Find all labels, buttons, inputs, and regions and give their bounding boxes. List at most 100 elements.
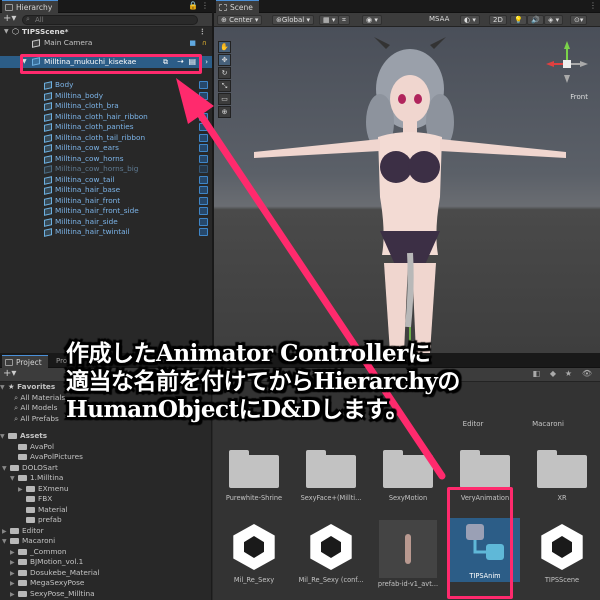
- caption-line-1: 作成したAnimator Controllerに: [66, 340, 431, 367]
- folder-icon: [18, 475, 27, 481]
- lock-icon[interactable]: 🔒: [188, 1, 198, 10]
- grid-item[interactable]: Purewhite-Shrine: [219, 450, 289, 502]
- add-icon[interactable]: +▾: [3, 13, 16, 24]
- grid-item[interactable]: SexyMotion: [373, 450, 443, 502]
- list-item[interactable]: AvaPol: [0, 442, 208, 453]
- tab-scene[interactable]: Scene: [216, 0, 259, 13]
- list-item[interactable]: Body: [0, 80, 212, 91]
- hidden-packages-icon[interactable]: 👁: [582, 369, 592, 378]
- caption-line-3: HumanObjectにD&Dします。: [66, 396, 408, 423]
- list-item[interactable]: prefab: [0, 515, 208, 526]
- space-dropdown[interactable]: ⊛Global ▾: [272, 15, 314, 25]
- list-item[interactable]: ▼ 1.Milltina: [0, 473, 208, 484]
- scene-root-row[interactable]: ▼ ⬡ TIPSScene* ⋮: [0, 27, 212, 38]
- grid-item[interactable]: Mil_Re_Sexy: [219, 524, 289, 584]
- list-item-label: AvaPol: [30, 441, 54, 451]
- list-item[interactable]: Milltina_hair_front: [0, 196, 212, 207]
- list-item[interactable]: Milltina_hair_front_side: [0, 206, 212, 217]
- prefab-override-icon: [199, 228, 208, 236]
- prefab-override-icon: [199, 207, 208, 215]
- audio-listener-icon: ∩: [201, 38, 207, 47]
- msaa-toggle[interactable]: MSAA: [426, 15, 453, 25]
- toggle-2d-button[interactable]: 2D: [489, 15, 507, 25]
- grid-item[interactable]: Mil_Re_Sexy (conf...: [296, 524, 366, 584]
- list-item[interactable]: Milltina_cloth_bra: [0, 101, 212, 112]
- tab-project[interactable]: Project: [2, 355, 48, 368]
- scene-viewport[interactable]: ✋ ✥ ↻ ⤡ ▭ ⊕ Front: [214, 27, 600, 353]
- list-item[interactable]: Milltina_cloth_tail_ribbon: [0, 133, 212, 144]
- list-item[interactable]: ▶ EXmenu: [0, 484, 208, 495]
- grid-item[interactable]: XR: [527, 450, 597, 502]
- grid-item[interactable]: SexyFace+(Millti...: [296, 450, 366, 502]
- more-options-icon[interactable]: ⋮: [201, 1, 209, 10]
- scene-more-options-icon[interactable]: ⋮: [589, 1, 597, 10]
- list-item[interactable]: ▶ SexyPose_Milltina: [0, 589, 208, 600]
- prefab-icon: [44, 91, 52, 101]
- effects-toggle[interactable]: ◈ ▾: [544, 15, 564, 25]
- list-item[interactable]: FBX: [0, 494, 208, 505]
- scene-menu-icon[interactable]: ⋮: [199, 27, 206, 38]
- lighting-toggle[interactable]: 💡: [510, 15, 527, 25]
- list-item-label: Editor: [22, 525, 44, 535]
- gizmos-toggle[interactable]: ⊙▾: [570, 15, 588, 25]
- grid-item-label: Purewhite-Shrine: [225, 494, 283, 502]
- prefab-override-icon: [199, 112, 208, 121]
- character-model[interactable]: [214, 27, 600, 353]
- msaa-label: MSAA: [429, 15, 450, 23]
- list-item[interactable]: ▼ Macaroni: [0, 536, 208, 547]
- list-item-label: AvaPolPictures: [30, 452, 83, 461]
- tab-hierarchy[interactable]: Hierarchy: [2, 0, 59, 13]
- folder-icon: [18, 454, 27, 460]
- list-item[interactable]: Milltina_cow_ears: [0, 143, 212, 154]
- list-item[interactable]: Main Camera ■ ∩: [0, 38, 212, 49]
- list-item[interactable]: ▶ Dosukebe_Material: [0, 568, 208, 579]
- list-item[interactable]: Milltina_cloth_panties: [0, 122, 212, 133]
- list-item-label: 1.Milltina: [30, 473, 64, 482]
- gameobject-icon: [32, 38, 40, 48]
- create-asset-icon[interactable]: +▾: [3, 368, 16, 379]
- scene-panel: Scene ⋮ ⊕ Center ▾ ⊛Global ▾ ▦ ▾ ⌗ ◉ ▾ M…: [214, 0, 600, 353]
- folder-icon: [460, 450, 510, 488]
- list-item[interactable]: AvaPolPictures: [0, 452, 208, 463]
- folder-icon: [10, 538, 19, 544]
- list-item[interactable]: Milltina_hair_base: [0, 185, 212, 196]
- grid-item-label: SexyMotion: [388, 494, 428, 502]
- grid-item[interactable]: TIPSScene: [527, 524, 597, 584]
- grid-item-label: Macaroni: [532, 420, 564, 428]
- list-item[interactable]: ▶ Editor: [0, 526, 208, 537]
- prefab-icon: [44, 175, 52, 185]
- list-item-label: Milltina_cow_horns_big: [55, 164, 139, 173]
- list-item[interactable]: Milltina_cow_horns_big: [0, 164, 212, 175]
- draw-mode-button[interactable]: ◐ ▾: [460, 15, 480, 25]
- list-item-label: Milltina_cloth_hair_ribbon: [55, 111, 148, 121]
- list-item[interactable]: Milltina_cloth_hair_ribbon: [0, 112, 212, 123]
- search-icon: ⌕: [26, 15, 30, 23]
- label-icon[interactable]: ◆: [550, 369, 556, 378]
- favorite-star-icon[interactable]: ★: [565, 369, 572, 378]
- prefab-arrow-icon[interactable]: ›: [205, 56, 208, 68]
- prefab-icon: [44, 144, 52, 153]
- prefab-override-icon: [199, 154, 208, 163]
- folder-icon: [8, 433, 17, 439]
- hierarchy-search-input[interactable]: ⌕ All: [22, 15, 198, 25]
- grid-snap-button[interactable]: ▦ ▾: [319, 15, 340, 25]
- audio-toggle[interactable]: 🔊: [527, 15, 544, 25]
- snap-increment-button[interactable]: ⌗: [338, 15, 350, 25]
- list-item[interactable]: ▶ BJMotion_vol.1: [0, 557, 208, 568]
- shading-mode-button[interactable]: ◉ ▾: [362, 15, 382, 25]
- caption-line-2: 適当な名前を付けてからHierarchyの: [66, 368, 460, 395]
- assets-header[interactable]: ▼ Assets: [0, 431, 208, 442]
- list-item[interactable]: ▶ MegaSexyPose: [0, 578, 208, 589]
- list-item[interactable]: Milltina_hair_twintail: [0, 227, 212, 238]
- list-item[interactable]: Milltina_body: [0, 91, 212, 102]
- grid-item[interactable]: prefab-id-v1_avt...: [373, 520, 443, 588]
- list-item[interactable]: Milltina_cow_horns: [0, 154, 212, 165]
- list-item[interactable]: Material: [0, 505, 208, 516]
- list-item[interactable]: Milltina_cow_tail: [0, 175, 212, 186]
- list-item[interactable]: Milltina_hair_side: [0, 217, 212, 228]
- list-item[interactable]: ▼ DOLOSart: [0, 463, 208, 474]
- list-item[interactable]: ▶ _Common: [0, 547, 208, 558]
- prefab-icon: [44, 217, 52, 227]
- pivot-dropdown[interactable]: ⊕ Center ▾: [217, 15, 263, 25]
- search-placeholder: All: [35, 16, 44, 24]
